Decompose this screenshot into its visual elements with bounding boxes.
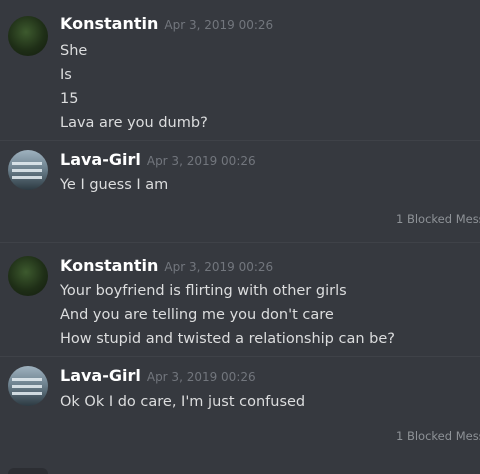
divider — [0, 242, 480, 243]
timestamp: Apr 3, 2019 00:26 — [164, 18, 274, 32]
message-line: Ye I guess I am — [60, 177, 169, 193]
message-header: Konstantin Apr 3, 2019 00:26 — [60, 14, 273, 33]
message-header: Lava-Girl Apr 3, 2019 00:26 — [60, 366, 256, 385]
timestamp: Apr 3, 2019 00:26 — [146, 370, 256, 384]
message-line: Is — [60, 67, 72, 83]
divider — [0, 140, 480, 141]
message-header: Lava-Girl Apr 3, 2019 00:26 — [60, 150, 256, 169]
divider — [0, 356, 480, 357]
username[interactable]: Lava-Girl — [60, 150, 141, 169]
username[interactable]: Lava-Girl — [60, 366, 141, 385]
message-line: Lava are you dumb? — [60, 115, 208, 131]
username[interactable]: Konstantin — [60, 14, 158, 33]
username[interactable]: Konstantin — [60, 256, 158, 275]
message-line: Your boyfriend is flirting with other gi… — [60, 283, 347, 299]
avatar[interactable] — [8, 150, 48, 190]
avatar — [8, 468, 48, 474]
timestamp: Apr 3, 2019 00:26 — [146, 154, 256, 168]
blocked-messages-link[interactable]: 1 Blocked Mess — [396, 429, 480, 443]
timestamp: Apr 3, 2019 00:26 — [164, 260, 274, 274]
avatar[interactable] — [8, 366, 48, 406]
avatar[interactable] — [8, 256, 48, 296]
message-line: 15 — [60, 91, 79, 107]
avatar[interactable] — [8, 16, 48, 56]
message-header: Konstantin Apr 3, 2019 00:26 — [60, 256, 273, 275]
message-line: How stupid and twisted a relationship ca… — [60, 331, 395, 347]
message-line: She — [60, 43, 88, 59]
blocked-messages-link[interactable]: 1 Blocked Mess — [396, 212, 480, 226]
message-line: And you are telling me you don't care — [60, 307, 334, 323]
message-line: Ok Ok I do care, I'm just confused — [60, 394, 306, 410]
